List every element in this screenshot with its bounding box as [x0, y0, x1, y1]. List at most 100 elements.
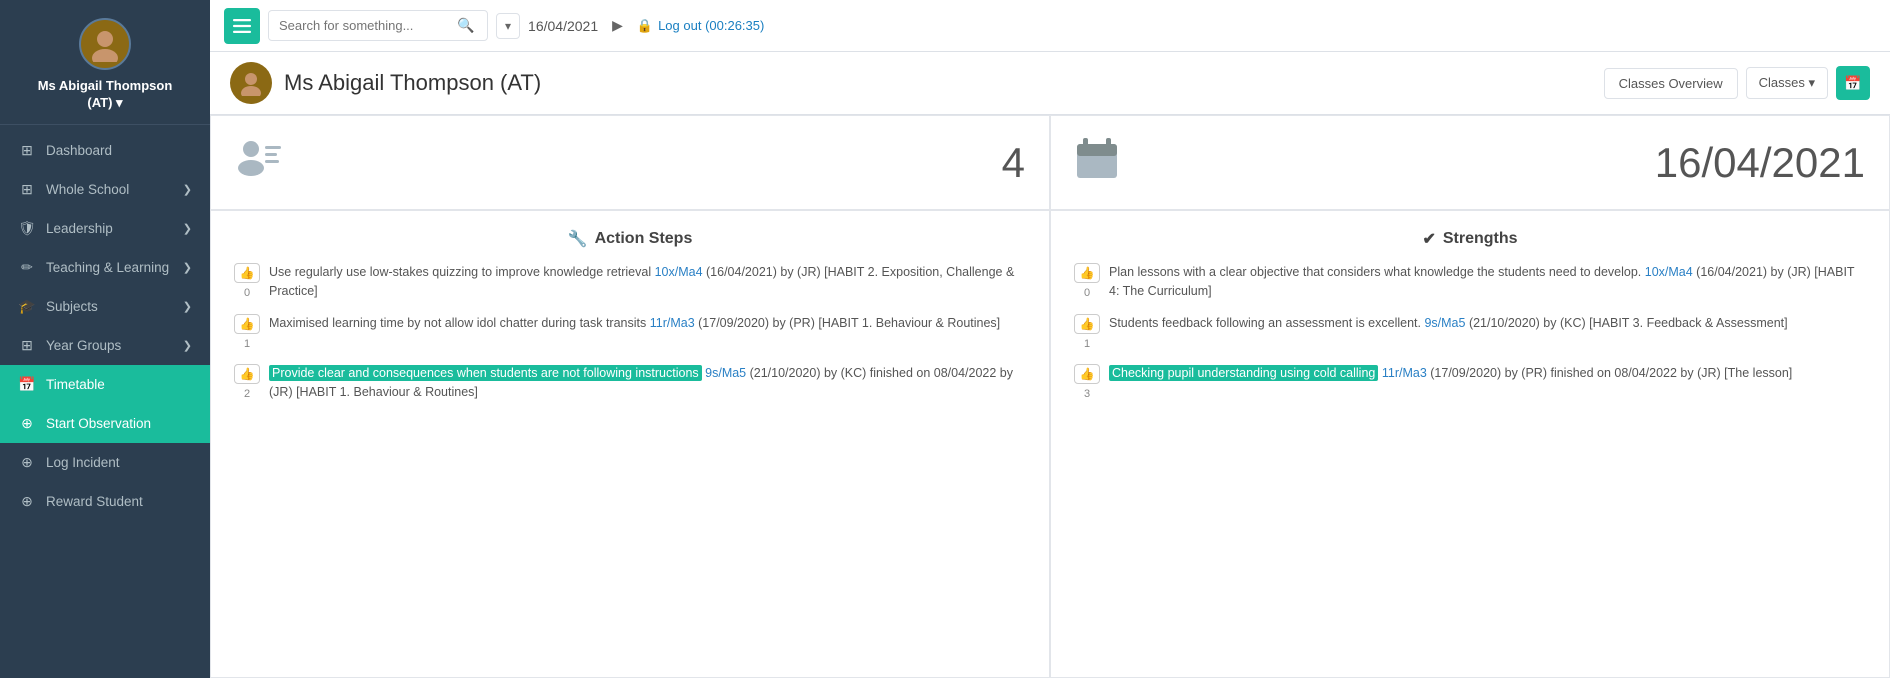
action-step-item: 👍 0 Use regularly use low-stakes quizzin…	[233, 263, 1027, 302]
graduation-icon: 🎓	[18, 298, 36, 315]
like-button[interactable]: 👍	[234, 263, 261, 283]
play-button[interactable]: ▶	[606, 13, 629, 38]
class-link[interactable]: 9s/Ma5	[1424, 316, 1465, 330]
search-box[interactable]: 🔍	[268, 10, 488, 41]
classes-overview-button[interactable]: Classes Overview	[1604, 68, 1738, 99]
main-content: 🔍 ▾ 16/04/2021 ▶ 🔒 Log out (00:26:35) Ms…	[210, 0, 1890, 678]
calendar-button[interactable]: 📅	[1836, 66, 1870, 100]
logout-icon: 🔒	[637, 18, 653, 34]
like-control: 👍 1	[233, 314, 261, 353]
search-button[interactable]: 🔍	[449, 11, 482, 40]
pencil-icon: ✏	[18, 259, 36, 276]
date-value: 16/04/2021	[1655, 139, 1865, 187]
page-title: Ms Abigail Thompson (AT)	[284, 70, 541, 96]
shield-icon: 🛡	[18, 220, 36, 237]
check-icon: ✔	[1422, 229, 1435, 249]
class-link[interactable]: 11r/Ma3	[1382, 366, 1427, 380]
like-count: 1	[1084, 336, 1090, 353]
avatar	[79, 18, 131, 70]
strengths-panel: ✔ Strengths 👍 0 Plan lessons with a clea…	[1050, 210, 1890, 678]
classes-dropdown-button[interactable]: Classes ▾	[1746, 67, 1828, 99]
dropdown-button[interactable]: ▾	[496, 13, 520, 39]
class-link[interactable]: 9s/Ma5	[705, 366, 746, 380]
sidebar-profile-name[interactable]: Ms Abigail Thompson (AT) ▾	[38, 78, 173, 112]
calendar-icon: 📅	[18, 376, 36, 393]
sidebar-item-subjects[interactable]: 🎓 Subjects ❯	[0, 287, 210, 326]
plus-circle-icon-3: ⊕	[18, 493, 36, 510]
like-count: 0	[1084, 285, 1090, 302]
strength-text: Students feedback following an assessmen…	[1109, 314, 1867, 333]
sidebar-item-teaching-learning[interactable]: ✏ Teaching & Learning ❯	[0, 248, 210, 287]
chevron-right-icon-3: ❯	[183, 261, 192, 274]
chevron-right-icon-5: ❯	[183, 339, 192, 352]
like-button[interactable]: 👍	[1074, 263, 1101, 283]
sidebar-item-whole-school[interactable]: ⊞ Whole School ❯	[0, 170, 210, 209]
like-button[interactable]: 👍	[234, 314, 261, 334]
like-button[interactable]: 👍	[1074, 364, 1101, 384]
action-step-text: Provide clear and consequences when stud…	[269, 364, 1027, 402]
plus-circle-icon: ⊕	[18, 415, 36, 432]
chevron-right-icon: ❯	[183, 183, 192, 196]
chevron-right-icon-2: ❯	[183, 222, 192, 235]
action-step-item: 👍 1 Maximised learning time by not allow…	[233, 314, 1027, 353]
sidebar-item-log-incident[interactable]: ⊕ Log Incident	[0, 443, 210, 482]
date-icon	[1075, 136, 1119, 189]
sidebar-item-leadership[interactable]: 🛡 Leadership ❯	[0, 209, 210, 248]
grid-icon-3: ⊞	[18, 337, 36, 354]
search-input[interactable]	[269, 12, 449, 39]
sidebar: Ms Abigail Thompson (AT) ▾ ⊞ Dashboard ⊞…	[0, 0, 210, 678]
sidebar-item-timetable[interactable]: 📅 Timetable	[0, 365, 210, 404]
highlighted-text: Checking pupil understanding using cold …	[1109, 365, 1378, 381]
class-link[interactable]: 10x/Ma4	[655, 265, 703, 279]
stat-card-students: 4	[210, 115, 1050, 210]
like-control: 👍 2	[233, 364, 261, 403]
like-control: 👍 0	[1073, 263, 1101, 302]
stat-card-date: 16/04/2021	[1050, 115, 1890, 210]
highlighted-text: Provide clear and consequences when stud…	[269, 365, 702, 381]
page-header: Ms Abigail Thompson (AT) Classes Overvie…	[210, 52, 1890, 115]
page-header-left: Ms Abigail Thompson (AT)	[230, 62, 541, 104]
strength-item: 👍 0 Plan lessons with a clear objective …	[1073, 263, 1867, 302]
page-header-avatar	[230, 62, 272, 104]
grid-icon-2: ⊞	[18, 181, 36, 198]
class-link[interactable]: 10x/Ma4	[1645, 265, 1693, 279]
chevron-right-icon-4: ❯	[183, 300, 192, 313]
like-count: 1	[244, 336, 250, 353]
strengths-title: ✔ Strengths	[1073, 229, 1867, 249]
grid-icon: ⊞	[18, 142, 36, 159]
page-header-right: Classes Overview Classes ▾ 📅	[1604, 66, 1870, 100]
sidebar-item-start-observation[interactable]: ⊕ Start Observation	[0, 404, 210, 443]
strength-item: 👍 1 Students feedback following an asses…	[1073, 314, 1867, 353]
plus-circle-icon-2: ⊕	[18, 454, 36, 471]
topbar-date: 16/04/2021	[528, 18, 598, 34]
sidebar-item-dashboard[interactable]: ⊞ Dashboard	[0, 131, 210, 170]
strength-text: Checking pupil understanding using cold …	[1109, 364, 1867, 383]
strength-text: Plan lessons with a clear objective that…	[1109, 263, 1867, 301]
like-control: 👍 3	[1073, 364, 1101, 403]
dashboard-body: 4 16/04/2021 🔧 Action Steps	[210, 115, 1890, 678]
like-count: 3	[1084, 386, 1090, 403]
action-steps-panel: 🔧 Action Steps 👍 0 Use regularly use low…	[210, 210, 1050, 678]
action-steps-title: 🔧 Action Steps	[233, 229, 1027, 249]
students-icon	[235, 138, 283, 187]
action-step-text: Maximised learning time by not allow ido…	[269, 314, 1027, 333]
students-count: 4	[1002, 139, 1025, 187]
topbar: 🔍 ▾ 16/04/2021 ▶ 🔒 Log out (00:26:35)	[210, 0, 1890, 52]
class-link[interactable]: 11r/Ma3	[650, 316, 695, 330]
strength-item: 👍 3 Checking pupil understanding using c…	[1073, 364, 1867, 403]
like-count: 2	[244, 386, 250, 403]
like-button[interactable]: 👍	[1074, 314, 1101, 334]
sidebar-nav: ⊞ Dashboard ⊞ Whole School ❯ 🛡 Leadershi…	[0, 125, 210, 678]
like-button[interactable]: 👍	[234, 364, 261, 384]
sidebar-item-year-groups[interactable]: ⊞ Year Groups ❯	[0, 326, 210, 365]
calendar-icon-header: 📅	[1844, 75, 1861, 92]
action-step-item: 👍 2 Provide clear and consequences when …	[233, 364, 1027, 403]
sidebar-item-reward-student[interactable]: ⊕ Reward Student	[0, 482, 210, 521]
action-step-text: Use regularly use low-stakes quizzing to…	[269, 263, 1027, 301]
like-control: 👍 1	[1073, 314, 1101, 353]
sidebar-profile: Ms Abigail Thompson (AT) ▾	[0, 0, 210, 125]
menu-button[interactable]	[224, 8, 260, 44]
wrench-icon: 🔧	[568, 229, 588, 249]
logout-button[interactable]: 🔒 Log out (00:26:35)	[637, 18, 764, 34]
like-control: 👍 0	[233, 263, 261, 302]
